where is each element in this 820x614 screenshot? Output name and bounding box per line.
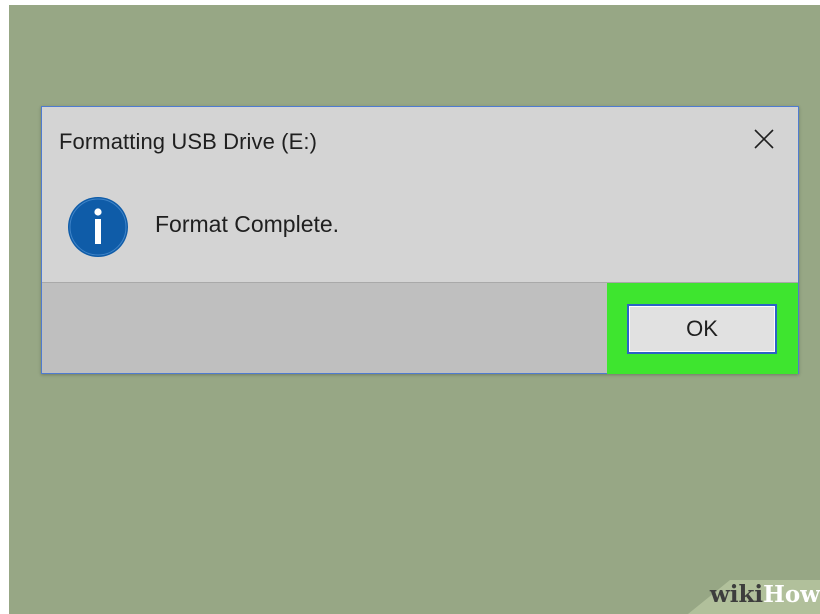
close-icon bbox=[754, 129, 774, 149]
dialog-message: Format Complete. bbox=[155, 211, 340, 237]
close-button[interactable] bbox=[750, 125, 778, 153]
message-dialog: Formatting USB Drive (E:) Format Complet… bbox=[41, 106, 799, 374]
dialog-footer: OK bbox=[42, 282, 798, 374]
watermark-part-how: How bbox=[763, 581, 820, 608]
ok-button-highlight: OK bbox=[607, 283, 798, 374]
watermark: wikiHow bbox=[670, 566, 820, 614]
dialog-title: Formatting USB Drive (E:) bbox=[59, 129, 317, 154]
ok-button[interactable]: OK bbox=[627, 304, 777, 354]
watermark-part-wiki: wiki bbox=[709, 581, 764, 608]
watermark-text: wikiHow bbox=[710, 581, 820, 608]
info-icon bbox=[68, 197, 128, 257]
